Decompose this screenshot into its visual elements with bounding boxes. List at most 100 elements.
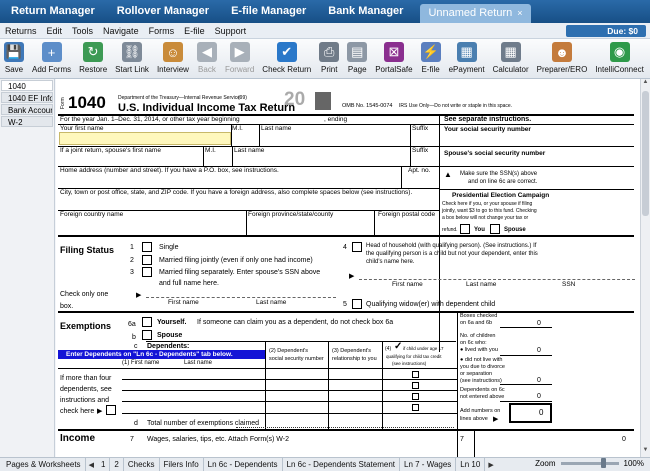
spouse-exemption-checkbox[interactable] [142,330,152,340]
portalsafe-icon: ⊠ [383,42,404,62]
pec-spouse-checkbox[interactable] [490,224,500,234]
menu-efile[interactable]: E-file [179,26,210,36]
dependents-label: Dependents: [147,343,190,350]
tab-ln6c-dependents[interactable]: Ln 6c - Dependents [204,458,283,471]
form-title: U.S. Individual Income Tax Return [118,102,296,114]
vertical-scrollbar[interactable]: ▲ ▼ [640,79,650,457]
toolbar-save-button[interactable]: 💾 Save [0,39,28,79]
yourself-checkbox[interactable] [142,317,152,327]
tab-page-2[interactable]: 2 [110,458,124,471]
tab-return-manager[interactable]: Return Manager [0,0,106,23]
line-6b-num: b [132,334,136,341]
toolbar-restore-button[interactable]: ↻ Restore [75,39,111,79]
spouse-suffix-label: Suffix [412,147,429,154]
tab-unnamed-return[interactable]: Unnamed Return × [420,4,531,23]
more-dependents-checkbox[interactable] [106,405,116,415]
more-than-four-label-2: dependents, see [60,386,112,393]
scroll-up-icon[interactable]: ▲ [641,79,650,89]
toolbar-start-link-button[interactable]: ⛓ Start Link [111,39,153,79]
menu-tools[interactable]: Tools [67,26,98,36]
tab-ln7-wages[interactable]: Ln 7 - Wages [400,458,457,471]
tab-next-icon[interactable]: ▶ [485,461,496,469]
married-separate-checkbox[interactable] [142,267,152,277]
arrow-right-icon-2: ▶ [349,273,355,280]
checkmark-icon: ✔ [276,42,297,62]
menu-edit[interactable]: Edit [42,26,68,36]
single-checkbox[interactable] [142,242,152,252]
tab-ln6c-dependents-statement[interactable]: Ln 6c - Dependents Statement [283,458,401,471]
sidebar-item-w2[interactable]: W-2 [1,116,53,127]
dep2-ctc-checkbox[interactable] [412,382,419,389]
toolbar-print-button[interactable]: ⎙ Print [315,39,343,79]
menu-returns[interactable]: Returns [0,26,42,36]
dep1-ctc-checkbox[interactable] [412,371,419,378]
toolbar-portalsafe-button[interactable]: ⊠ PortalSafe [371,39,416,79]
toolbar-label: Calculator [492,65,529,74]
dep3-ctc-checkbox[interactable] [412,393,419,400]
form-code: (99) [238,95,247,101]
first-name-input[interactable] [59,132,231,145]
make-sure-text-2: and on line 6c are correct. [468,179,538,185]
toolbar-check-return-button[interactable]: ✔ Check Return [258,39,315,79]
tab-ln10[interactable]: Ln 10 [456,458,486,471]
zoom-slider[interactable] [560,458,619,468]
fs-4-num: 4 [343,244,347,251]
total-exemptions-value: 0 [539,408,544,417]
toolbar-forward-button[interactable]: ▶ Forward [221,39,258,79]
tab-prev-icon[interactable]: ◀ [86,461,97,469]
toolbar-label: Start Link [115,65,149,74]
arrow-right-icon-3: ▶ [97,408,103,415]
amount-due-badge: Due: $0 [566,25,646,37]
add-forms-icon: + [41,42,62,62]
warning-triangle-icon: ▲ [444,170,452,179]
box-label: box. [60,303,74,310]
menu-support[interactable]: Support [210,26,252,36]
hoh-ssn-label: SSN [562,281,576,288]
scrollbar-thumb[interactable] [642,91,649,216]
tab-checks[interactable]: Checks [124,458,160,471]
line-7-box-num: 7 [460,436,464,443]
fs-1-num: 1 [130,244,134,251]
qualifying-widow-checkbox[interactable] [352,299,362,309]
toolbar-add-forms-button[interactable]: + Add Forms [28,39,75,79]
close-icon[interactable]: × [517,8,522,18]
tab-efile-manager[interactable]: E-file Manager [220,0,317,23]
arrow-right-icon-4: ▶ [493,416,499,423]
lived-with-label: ● lived with you [460,347,498,353]
fs-5-num: 5 [343,301,347,308]
menu-navigate[interactable]: Navigate [98,26,144,36]
toolbar-label: Interview [156,65,189,74]
tab-rollover-manager[interactable]: Rollover Manager [106,0,220,23]
toolbar-calculator-button[interactable]: ▦ Calculator [489,39,533,79]
sidebar-item-1040-ef-info[interactable]: 1040 EF Info [1,92,53,103]
toolbar-label: Back [198,65,216,74]
toolbar-preparer-ero-button[interactable]: ☻ Preparer/ERO [533,39,592,79]
pec-you-checkbox[interactable] [460,224,470,234]
sidebar-item-1040[interactable]: 1040 [1,80,53,91]
married-joint-checkbox[interactable] [142,255,152,265]
zoom-slider-knob[interactable] [600,458,606,468]
tab-filers-info[interactable]: Filers Info [160,458,204,471]
add-numbers-label: Add numbers on [460,408,501,414]
toolbar-label: IntelliConnect [595,65,644,74]
dep4-ctc-checkbox[interactable] [412,404,419,411]
worksheet-tab-bar: Pages & Worksheets ◀ 1 2 Checks Filers I… [0,457,650,471]
tab-pages-worksheets[interactable]: Pages & Worksheets [0,458,86,471]
income-heading: Income [60,433,96,444]
sidebar-item-bank-account[interactable]: Bank Account [1,104,53,115]
tab-page-1[interactable]: 1 [97,458,111,471]
toolbar-epayment-button[interactable]: ▦ ePayment [445,39,489,79]
tab-bank-manager[interactable]: Bank Manager [317,0,414,23]
calculator-icon: ▦ [500,42,521,62]
toolbar-intelliconnect-button[interactable]: ◉ IntelliConnect [591,39,647,79]
irs-use: IRS Use Only—Do not write or staple in t… [399,103,513,109]
toolbar-back-button[interactable]: ◀ Back [193,39,221,79]
toolbar-e-file-button[interactable]: ⚡ E-file [417,39,445,79]
head-of-household-checkbox[interactable] [352,242,362,252]
scroll-down-icon[interactable]: ▼ [641,447,650,457]
total-exemptions-label: Total number of exemptions claimed [147,420,260,427]
toolbar-page-button[interactable]: ▤ Page [343,39,371,79]
foreign-province-label: Foreign province/state/county [248,211,334,218]
menu-forms[interactable]: Forms [144,26,180,36]
toolbar-interview-button[interactable]: ☺ Interview [153,39,193,79]
